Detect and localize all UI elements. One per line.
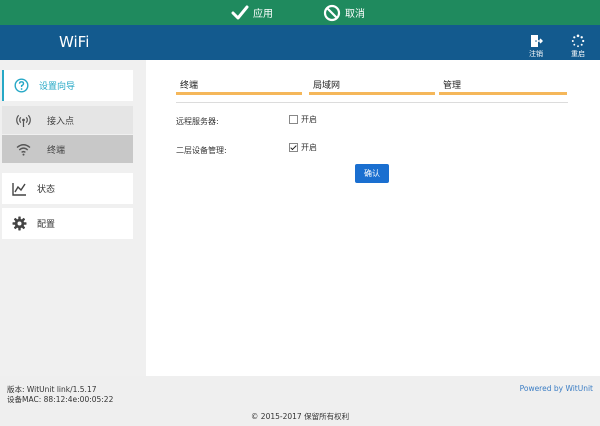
app-header: WiFi 注销 重启 <box>0 25 600 60</box>
sidebar-item-config-label: 配置 <box>37 220 56 230</box>
device-mac-text: 设备MAC: 88:12:4e:00:05:22 <box>7 395 114 404</box>
remote-server-checkbox[interactable] <box>289 115 298 124</box>
checkmark-icon <box>231 5 249 19</box>
divider <box>176 102 568 103</box>
tab-management-label: 管理 <box>443 81 462 91</box>
tab-management[interactable]: 管理 <box>439 74 567 95</box>
top-action-bar: 应用 取消 <box>0 0 600 25</box>
spinner-icon <box>571 34 585 48</box>
logout-label: 注销 <box>529 50 543 58</box>
sidebar-item-config[interactable]: 配置 <box>2 208 133 239</box>
apply-button[interactable]: 应用 <box>231 0 273 25</box>
restart-button[interactable]: 重启 <box>566 34 590 59</box>
l2-management-checkbox[interactable] <box>289 143 298 152</box>
tab-terminal-label: 终端 <box>180 81 199 91</box>
sidebar-item-terminal[interactable]: 终端 <box>2 135 133 163</box>
cancel-label: 取消 <box>345 9 365 20</box>
brand-title: WiFi <box>59 33 90 51</box>
tab-terminal[interactable]: 终端 <box>176 74 302 95</box>
main-panel: 终端 局域网 管理 远程服务器: 开启 二层设备管理: 开启 确认 <box>146 60 600 376</box>
footer: 版本: WitUnit link/1.5.17 设备MAC: 88:12:4e:… <box>0 376 600 426</box>
sidebar: 设置向导 接入点 终端 状态 配置 <box>0 60 146 376</box>
wifi-icon <box>15 141 31 157</box>
cancel-button[interactable]: 取消 <box>323 0 365 25</box>
l2-management-label: 二层设备管理: <box>176 146 227 155</box>
line-chart-icon <box>11 181 27 197</box>
tab-lan-label: 局域网 <box>313 81 341 91</box>
l2-management-option: 开启 <box>289 142 317 153</box>
logout-icon <box>531 35 543 47</box>
sidebar-item-wizard[interactable]: 设置向导 <box>2 70 133 101</box>
sidebar-item-status[interactable]: 状态 <box>2 173 133 204</box>
sidebar-item-status-label: 状态 <box>37 185 56 195</box>
broadcast-icon <box>15 112 31 128</box>
sidebar-item-terminal-label: 终端 <box>47 145 66 156</box>
gear-icon <box>11 216 27 232</box>
sidebar-item-wizard-label: 设置向导 <box>39 82 76 92</box>
remote-server-label: 远程服务器: <box>176 117 219 126</box>
remote-server-option-label: 开启 <box>301 115 317 124</box>
prohibit-icon <box>323 4 341 21</box>
copyright-text: © 2015-2017 保留所有权利 <box>250 412 350 421</box>
logout-button[interactable]: 注销 <box>524 34 548 59</box>
confirm-button[interactable]: 确认 <box>355 164 389 183</box>
question-circle-icon <box>13 78 29 94</box>
sidebar-item-access-point-label: 接入点 <box>47 116 75 127</box>
apply-label: 应用 <box>253 9 273 20</box>
powered-by-link[interactable]: Powered by WitUnit <box>520 384 593 393</box>
sidebar-item-access-point[interactable]: 接入点 <box>2 106 133 134</box>
l2-management-option-label: 开启 <box>301 143 317 152</box>
tab-lan[interactable]: 局域网 <box>309 74 435 95</box>
remote-server-option: 开启 <box>289 114 317 125</box>
restart-label: 重启 <box>571 50 585 58</box>
